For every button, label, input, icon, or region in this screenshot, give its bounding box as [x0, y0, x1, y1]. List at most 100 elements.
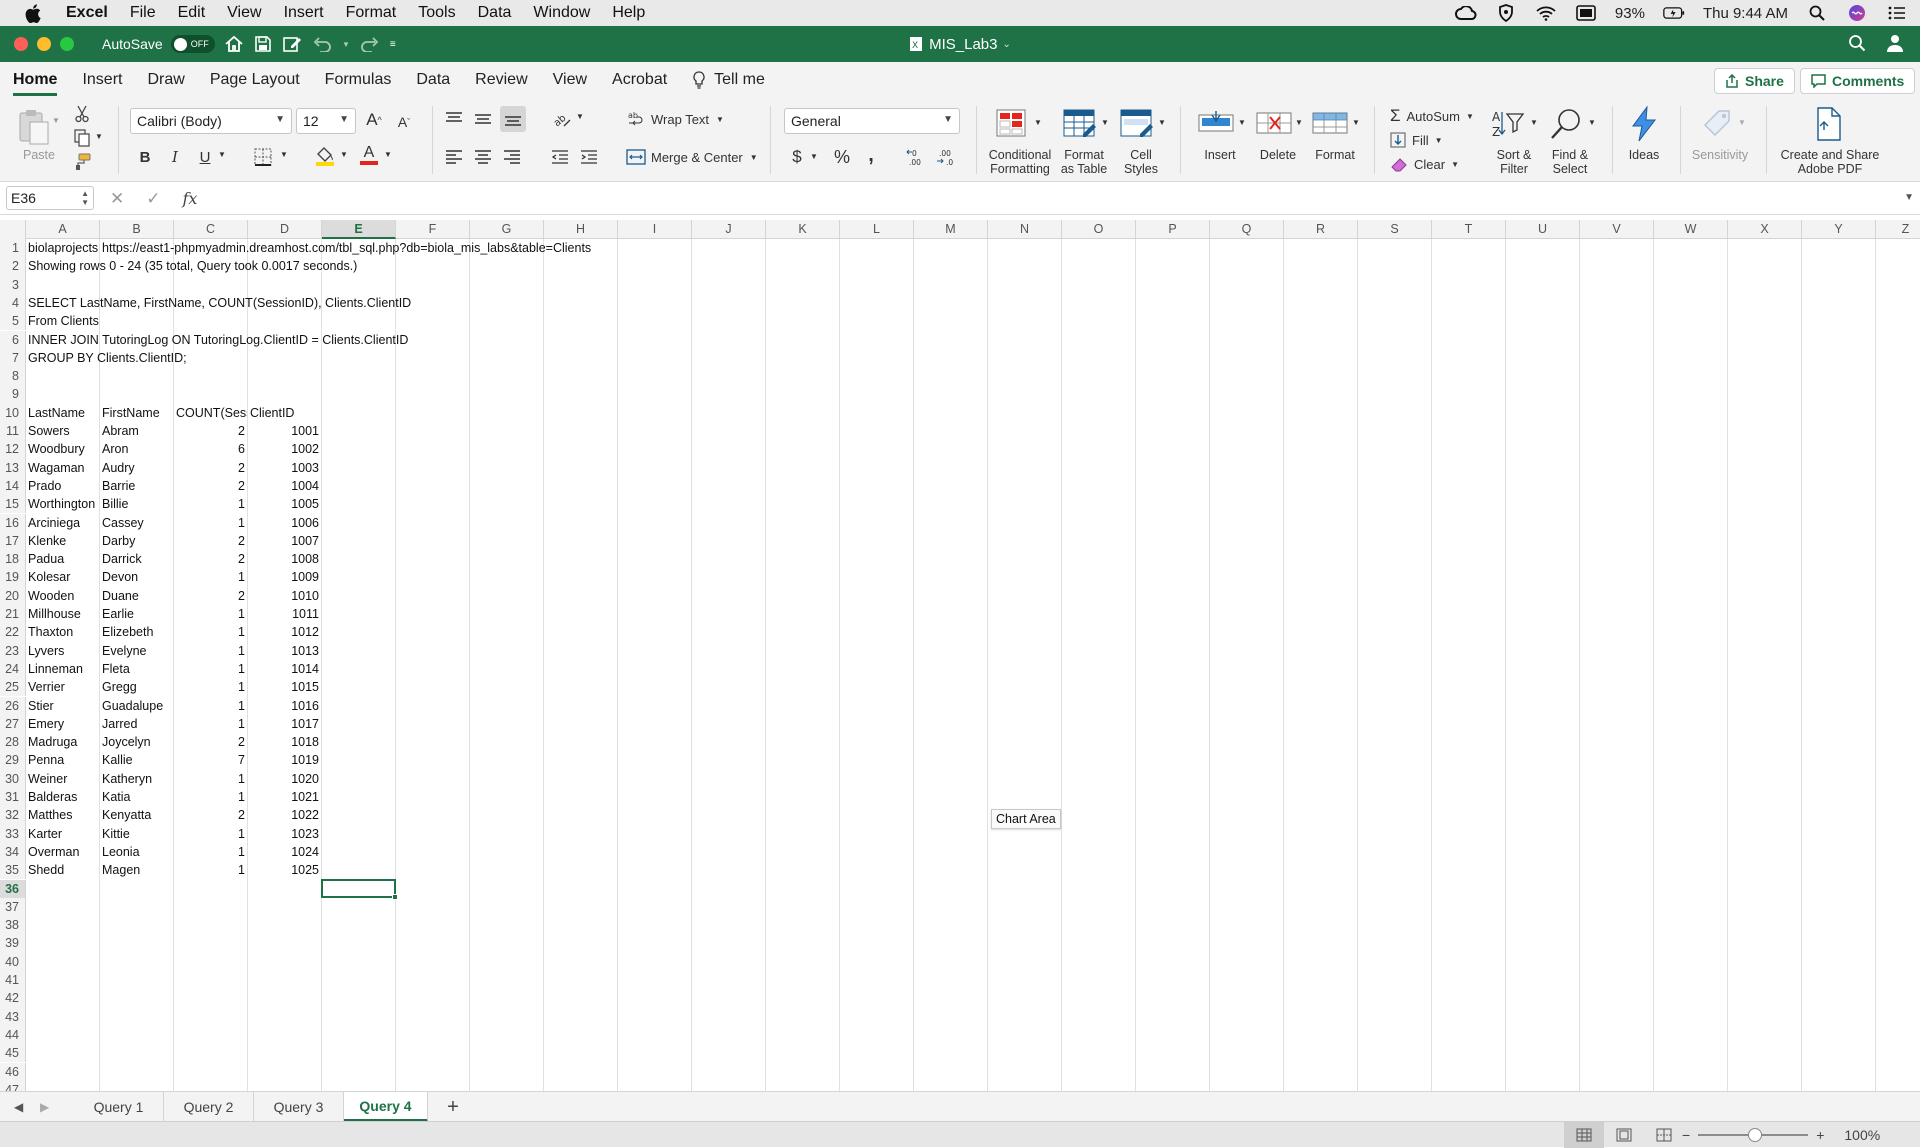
column-header-q[interactable]: Q — [1210, 220, 1284, 239]
table-cell[interactable]: Penna — [26, 751, 99, 769]
fill-color-icon[interactable] — [314, 144, 336, 168]
tell-me-search[interactable]: Tell me — [679, 62, 777, 98]
tab-data[interactable]: Data — [403, 62, 462, 98]
table-cell[interactable]: 1025 — [248, 861, 321, 879]
fill-button[interactable]: Fill ▼ — [1390, 130, 1443, 150]
close-window-button[interactable] — [14, 37, 28, 51]
row-header-44[interactable]: 44 — [0, 1025, 26, 1045]
font-color-dropdown-icon[interactable]: ▼ — [384, 150, 392, 159]
page-break-view-icon[interactable] — [1644, 1122, 1684, 1148]
table-cell[interactable]: 1 — [174, 697, 247, 715]
row-header-38[interactable]: 38 — [0, 916, 26, 935]
table-cell[interactable]: 2 — [174, 806, 247, 824]
sheet-tab-query-4[interactable]: Query 4 — [344, 1092, 428, 1122]
tab-formulas[interactable]: Formulas — [312, 62, 404, 98]
cell-a6[interactable]: INNER JOIN TutoringLog ON TutoringLog.Cl… — [26, 331, 926, 349]
share-button[interactable]: Share — [1714, 68, 1795, 94]
tab-home[interactable]: Home — [0, 62, 69, 98]
table-cell[interactable]: Duane — [100, 587, 173, 605]
clear-button[interactable]: Clear ▼ — [1390, 154, 1459, 174]
table-cell[interactable]: 1 — [174, 605, 247, 623]
table-cell[interactable]: Kenyatta — [100, 806, 173, 824]
row-header-19[interactable]: 19 — [0, 568, 26, 587]
row-header-29[interactable]: 29 — [0, 751, 26, 770]
table-cell[interactable]: 2 — [174, 532, 247, 550]
decrease-font-size-icon[interactable]: Aˇ — [392, 110, 416, 134]
format-as-table-button[interactable] — [1060, 106, 1100, 140]
align-right-icon[interactable] — [500, 146, 524, 168]
font-size-combo[interactable]: 12 ▼ — [296, 108, 356, 134]
increase-indent-icon[interactable] — [577, 146, 601, 168]
name-box-stepper-icon[interactable]: ▲ ▼ — [81, 189, 89, 207]
table-cell[interactable]: 2 — [174, 587, 247, 605]
home-icon[interactable] — [224, 35, 244, 53]
creative-cloud-icon[interactable] — [1454, 4, 1477, 22]
table-cell[interactable]: Leonia — [100, 843, 173, 861]
tab-acrobat[interactable]: Acrobat — [599, 62, 679, 98]
table-cell[interactable]: Billie — [100, 495, 173, 513]
table-header-cell[interactable]: FirstName — [100, 404, 173, 422]
find-select-button[interactable] — [1548, 106, 1584, 142]
table-cell[interactable]: 1007 — [248, 532, 321, 550]
table-cell[interactable]: 2 — [174, 422, 247, 440]
table-cell[interactable]: Cassey — [100, 514, 173, 532]
delete-cells-button[interactable] — [1254, 106, 1294, 140]
table-cell[interactable]: Worthington — [26, 495, 99, 513]
cut-icon[interactable] — [72, 104, 92, 124]
table-cell[interactable]: 1 — [174, 825, 247, 843]
borders-icon[interactable] — [252, 146, 274, 168]
table-cell[interactable]: Kolesar — [26, 568, 99, 586]
zoom-out-icon[interactable]: − — [1682, 1127, 1690, 1143]
menu-window[interactable]: Window — [533, 4, 590, 22]
table-header-cell[interactable]: COUNT(Sess — [174, 404, 247, 422]
chevron-down-icon[interactable]: ▼ — [1295, 118, 1303, 127]
table-cell[interactable]: 1008 — [248, 550, 321, 568]
table-cell[interactable]: 1017 — [248, 715, 321, 733]
row-header-39[interactable]: 39 — [0, 934, 26, 953]
insert-cells-button[interactable] — [1196, 106, 1236, 140]
row-header-17[interactable]: 17 — [0, 531, 26, 551]
row-header-37[interactable]: 37 — [0, 897, 26, 917]
table-cell[interactable]: 2 — [174, 733, 247, 751]
table-cell[interactable]: Devon — [100, 568, 173, 586]
merge-center-button[interactable]: Merge & Center ▼ — [626, 146, 758, 168]
row-header-32[interactable]: 32 — [0, 806, 26, 825]
row-header-43[interactable]: 43 — [0, 1007, 26, 1026]
formula-input[interactable] — [210, 190, 1890, 208]
table-cell[interactable]: 2 — [174, 550, 247, 568]
previous-sheet-icon[interactable]: ◀ — [14, 1092, 23, 1122]
cell-a4[interactable]: SELECT LastName, FirstName, COUNT(Sessio… — [26, 294, 926, 312]
menubar-clock[interactable]: Thu 9:44 AM — [1703, 5, 1788, 22]
chevron-down-icon[interactable]: ▼ — [1352, 118, 1360, 127]
apple-icon[interactable] — [22, 2, 44, 24]
table-cell[interactable]: Linneman — [26, 660, 99, 678]
percent-style-icon[interactable]: % — [830, 146, 854, 168]
column-header-s[interactable]: S — [1358, 220, 1432, 239]
column-header-o[interactable]: O — [1062, 220, 1136, 239]
expand-formula-bar-icon[interactable]: ▼ — [1904, 192, 1914, 203]
account-icon[interactable] — [1886, 33, 1906, 56]
tab-review[interactable]: Review — [462, 62, 539, 98]
table-cell[interactable]: 2 — [174, 459, 247, 477]
column-header-j[interactable]: J — [692, 220, 766, 239]
zoom-in-icon[interactable]: + — [1816, 1127, 1824, 1143]
ideas-button[interactable] — [1624, 104, 1664, 144]
row-header-5[interactable]: 5 — [0, 312, 26, 331]
table-cell[interactable]: Evelyne — [100, 642, 173, 660]
row-header-28[interactable]: 28 — [0, 733, 26, 752]
menu-file[interactable]: File — [130, 4, 156, 22]
table-cell[interactable]: Jarred — [100, 715, 173, 733]
table-cell[interactable]: 7 — [174, 751, 247, 769]
align-middle-icon[interactable] — [471, 108, 495, 130]
row-header-33[interactable]: 33 — [0, 824, 26, 843]
row-header-16[interactable]: 16 — [0, 513, 26, 532]
table-cell[interactable]: Matthes — [26, 806, 99, 824]
table-cell[interactable]: 1 — [174, 770, 247, 788]
tab-insert[interactable]: Insert — [69, 62, 134, 98]
menu-tools[interactable]: Tools — [418, 4, 455, 22]
zoom-level[interactable]: 100% — [1844, 1127, 1880, 1143]
increase-decimal-icon[interactable]: 0.00 — [904, 146, 930, 168]
table-cell[interactable]: Fleta — [100, 660, 173, 678]
column-header-i[interactable]: I — [618, 220, 692, 239]
table-cell[interactable]: 1 — [174, 623, 247, 641]
